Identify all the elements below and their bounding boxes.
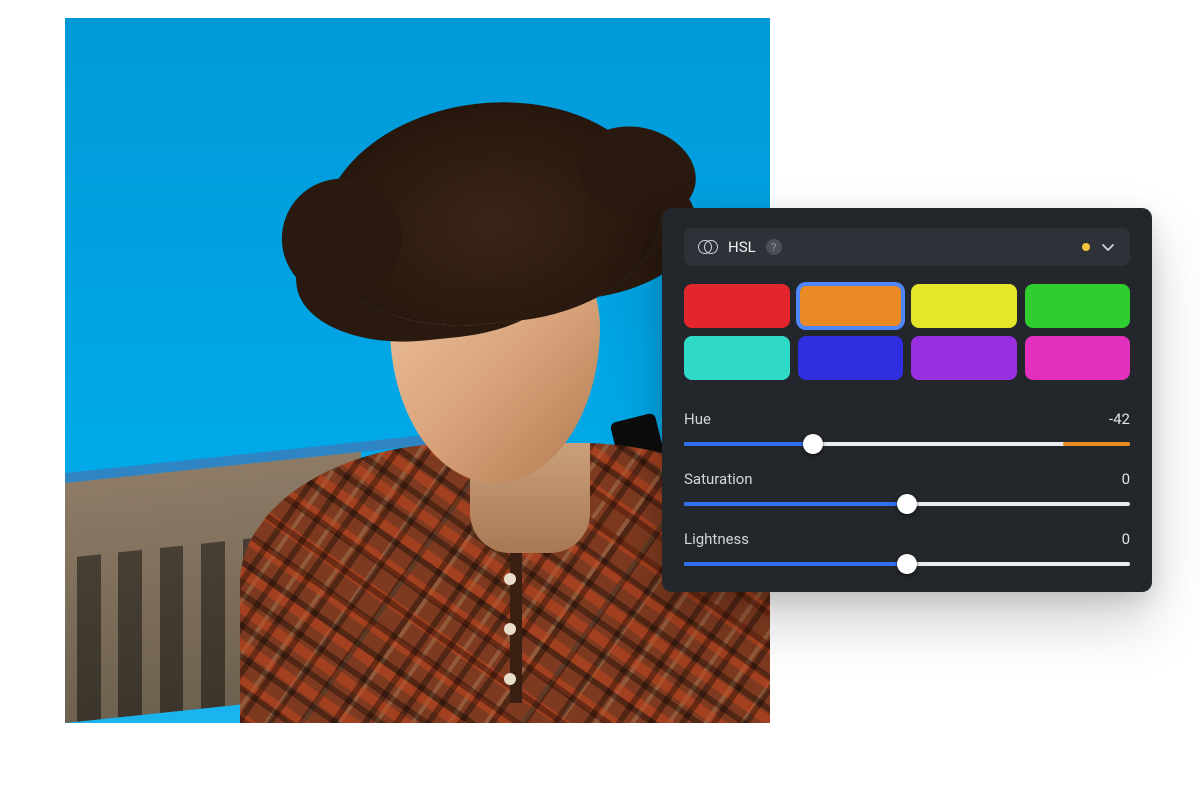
hue-slider-thumb[interactable]	[803, 434, 823, 454]
saturation-label: Saturation	[684, 470, 753, 488]
hue-slider[interactable]	[684, 442, 1130, 446]
saturation-slider-fill	[684, 502, 907, 506]
swatch-blue[interactable]	[798, 336, 904, 380]
swatch-purple[interactable]	[911, 336, 1017, 380]
swatch-magenta[interactable]	[1025, 336, 1131, 380]
lightness-slider-block: Lightness 0	[684, 530, 1130, 566]
hue-value[interactable]: -42	[1109, 410, 1130, 428]
saturation-slider-block: Saturation 0	[684, 470, 1130, 506]
help-icon[interactable]: ?	[766, 239, 782, 255]
swatch-yellow[interactable]	[911, 284, 1017, 328]
hue-slider-block: Hue -42	[684, 410, 1130, 446]
chevron-down-icon[interactable]	[1100, 239, 1116, 255]
modified-indicator	[1082, 243, 1090, 251]
hue-slider-fill	[684, 442, 813, 446]
swatch-aqua[interactable]	[684, 336, 790, 380]
hue-label: Hue	[684, 410, 711, 428]
lightness-slider[interactable]	[684, 562, 1130, 566]
saturation-slider[interactable]	[684, 502, 1130, 506]
hsl-panel-header[interactable]: HSL ?	[684, 228, 1130, 266]
lightness-value[interactable]: 0	[1122, 530, 1130, 548]
saturation-slider-thumb[interactable]	[897, 494, 917, 514]
swatch-green[interactable]	[1025, 284, 1131, 328]
saturation-value[interactable]: 0	[1122, 470, 1130, 488]
hsl-sliders: Hue -42 Saturation 0 Lightness 0	[684, 410, 1130, 566]
lightness-label: Lightness	[684, 530, 749, 548]
lightness-slider-fill	[684, 562, 907, 566]
lightness-slider-thumb[interactable]	[897, 554, 917, 574]
swatch-orange[interactable]	[798, 284, 904, 328]
link-icon	[698, 240, 718, 254]
hsl-swatch-grid	[684, 284, 1130, 380]
hsl-title: HSL	[728, 238, 756, 256]
swatch-red[interactable]	[684, 284, 790, 328]
hue-slider-tail	[1063, 442, 1130, 446]
hsl-panel: HSL ? Hue -42	[662, 208, 1152, 592]
